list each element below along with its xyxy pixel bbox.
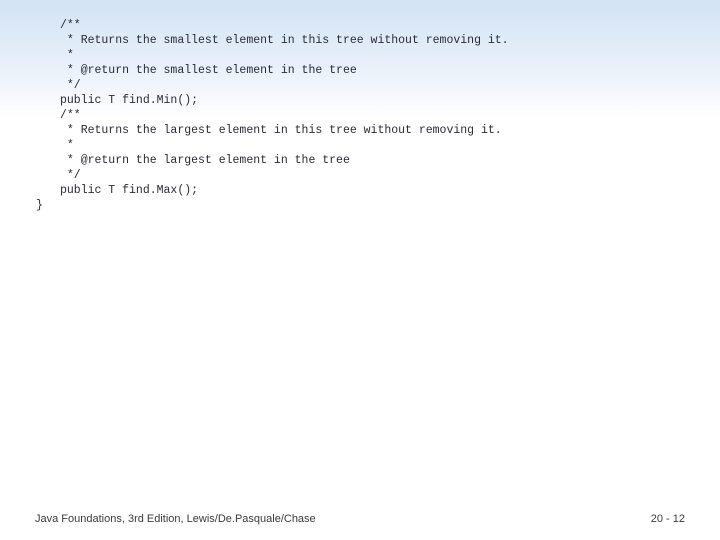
code-line: *: [60, 138, 680, 153]
code-line: public T find.Max();: [60, 183, 680, 198]
footer-book-citation: Java Foundations, 3rd Edition, Lewis/De.…: [35, 513, 316, 525]
code-line: * Returns the smallest element in this t…: [60, 33, 680, 48]
code-line: *: [60, 48, 680, 63]
code-line: */: [60, 78, 680, 93]
code-block: /** * Returns the smallest element in th…: [60, 18, 680, 213]
code-line: * @return the largest element in the tre…: [60, 153, 680, 168]
code-line: /**: [60, 18, 680, 33]
code-closing-brace: }: [36, 198, 680, 213]
code-line: /**: [60, 108, 680, 123]
code-line: public T find.Min();: [60, 93, 680, 108]
code-line: */: [60, 168, 680, 183]
footer-page-number: 20 - 12: [651, 513, 685, 525]
code-line: * @return the smallest element in the tr…: [60, 63, 680, 78]
code-line: * Returns the largest element in this tr…: [60, 123, 680, 138]
